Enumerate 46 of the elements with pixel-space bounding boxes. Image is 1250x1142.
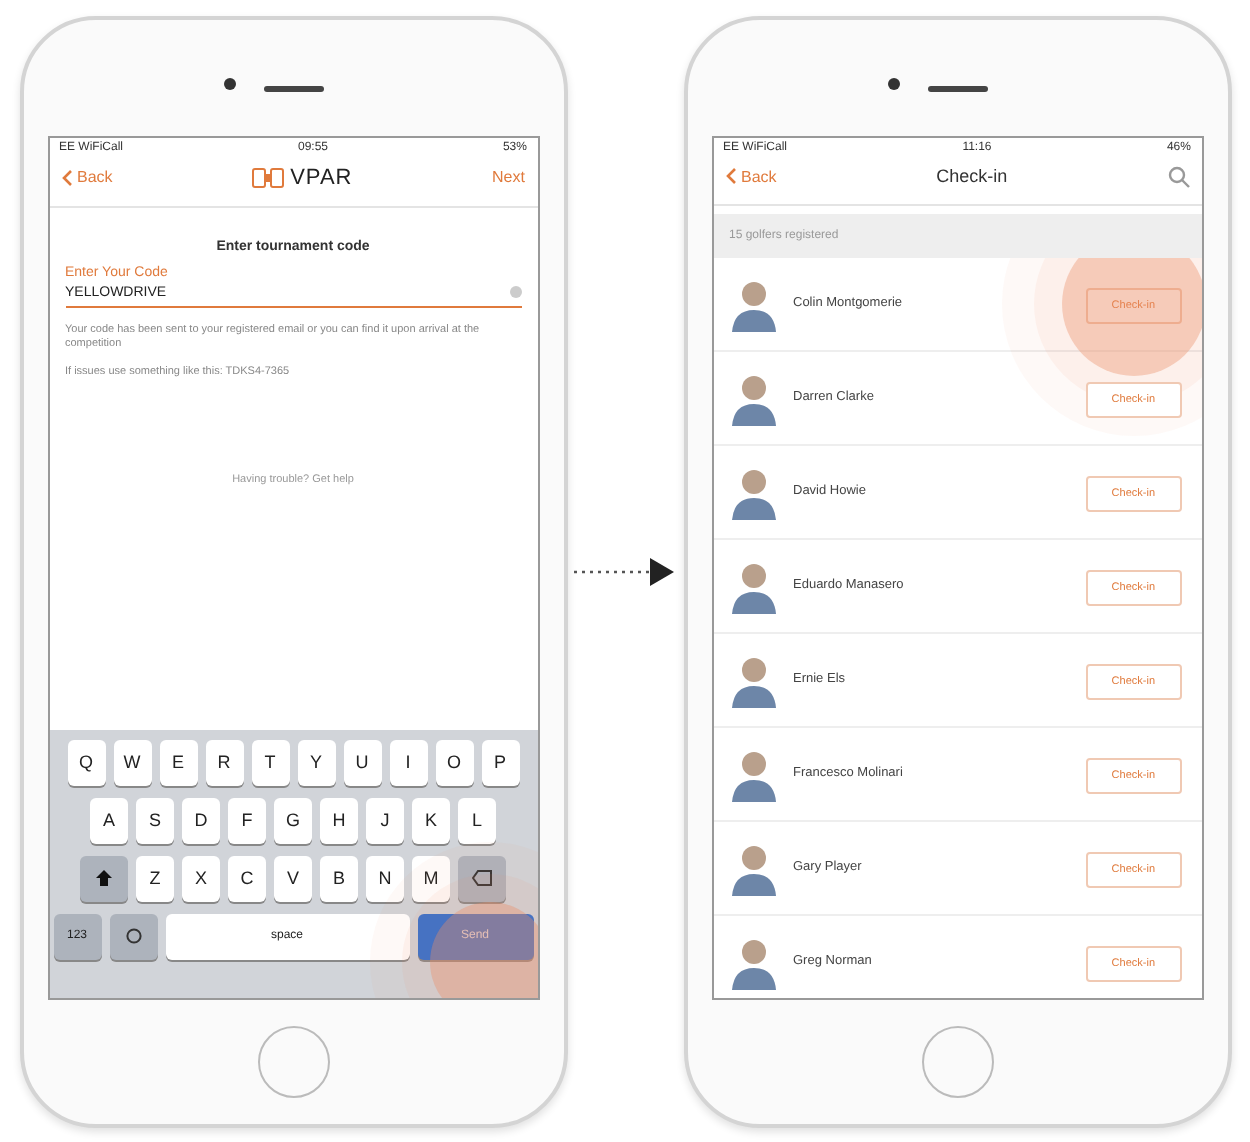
clear-icon[interactable] — [509, 286, 521, 298]
delete-icon — [472, 870, 492, 886]
keyboard-key[interactable]: J — [366, 797, 404, 843]
keyboard-key[interactable]: D — [182, 797, 220, 843]
emoji-key[interactable] — [109, 913, 157, 959]
keyboard-key[interactable]: X — [182, 855, 220, 901]
emoji-icon — [125, 928, 141, 944]
keyboard-key[interactable]: G — [274, 797, 312, 843]
shift-icon — [96, 870, 112, 886]
keyboard-key[interactable]: L — [458, 797, 496, 843]
keyboard-key[interactable]: A — [90, 797, 128, 843]
home-button[interactable] — [257, 1025, 329, 1097]
keyboard-key[interactable]: T — [251, 739, 289, 785]
keyboard-key[interactable]: S — [136, 797, 174, 843]
chevron-left-icon — [725, 168, 735, 184]
keyboard-key[interactable]: N — [366, 855, 404, 901]
keyboard-key[interactable]: P — [481, 739, 519, 785]
keyboard-key[interactable]: E — [159, 739, 197, 785]
speaker-icon — [263, 86, 323, 92]
keyboard-key[interactable]: C — [228, 855, 266, 901]
keyboard-key[interactable]: W — [113, 739, 151, 785]
keyboard-key[interactable]: I — [389, 739, 427, 785]
delete-key[interactable] — [458, 855, 506, 901]
keyboard-key[interactable]: V — [274, 855, 312, 901]
keyboard-key[interactable]: B — [320, 855, 358, 901]
home-button[interactable] — [921, 1025, 993, 1097]
keyboard-key[interactable]: R — [205, 739, 243, 785]
keyboard-key[interactable]: Z — [136, 855, 174, 901]
nav-title: VPAR — [290, 165, 353, 189]
keyboard-key[interactable]: Q — [67, 739, 105, 785]
keyboard-key[interactable]: O — [435, 739, 473, 785]
shift-key[interactable] — [80, 855, 128, 901]
keyboard-key[interactable]: U — [343, 739, 381, 785]
chevron-left-icon — [61, 169, 71, 185]
keyboard-key[interactable]: F — [228, 797, 266, 843]
keyboard-key[interactable]: Y — [297, 739, 335, 785]
keyboard-key[interactable]: H — [320, 797, 358, 843]
speaker-icon — [927, 86, 987, 92]
search-icon[interactable] — [1167, 165, 1189, 187]
logo-icon — [252, 167, 285, 187]
arrow-connector — [573, 555, 677, 587]
camera-icon — [887, 77, 899, 89]
keyboard-key[interactable]: K — [412, 797, 450, 843]
camera-icon — [223, 77, 235, 89]
keyboard-key[interactable]: M — [412, 855, 450, 901]
nav-title: Check-in — [936, 166, 1008, 186]
